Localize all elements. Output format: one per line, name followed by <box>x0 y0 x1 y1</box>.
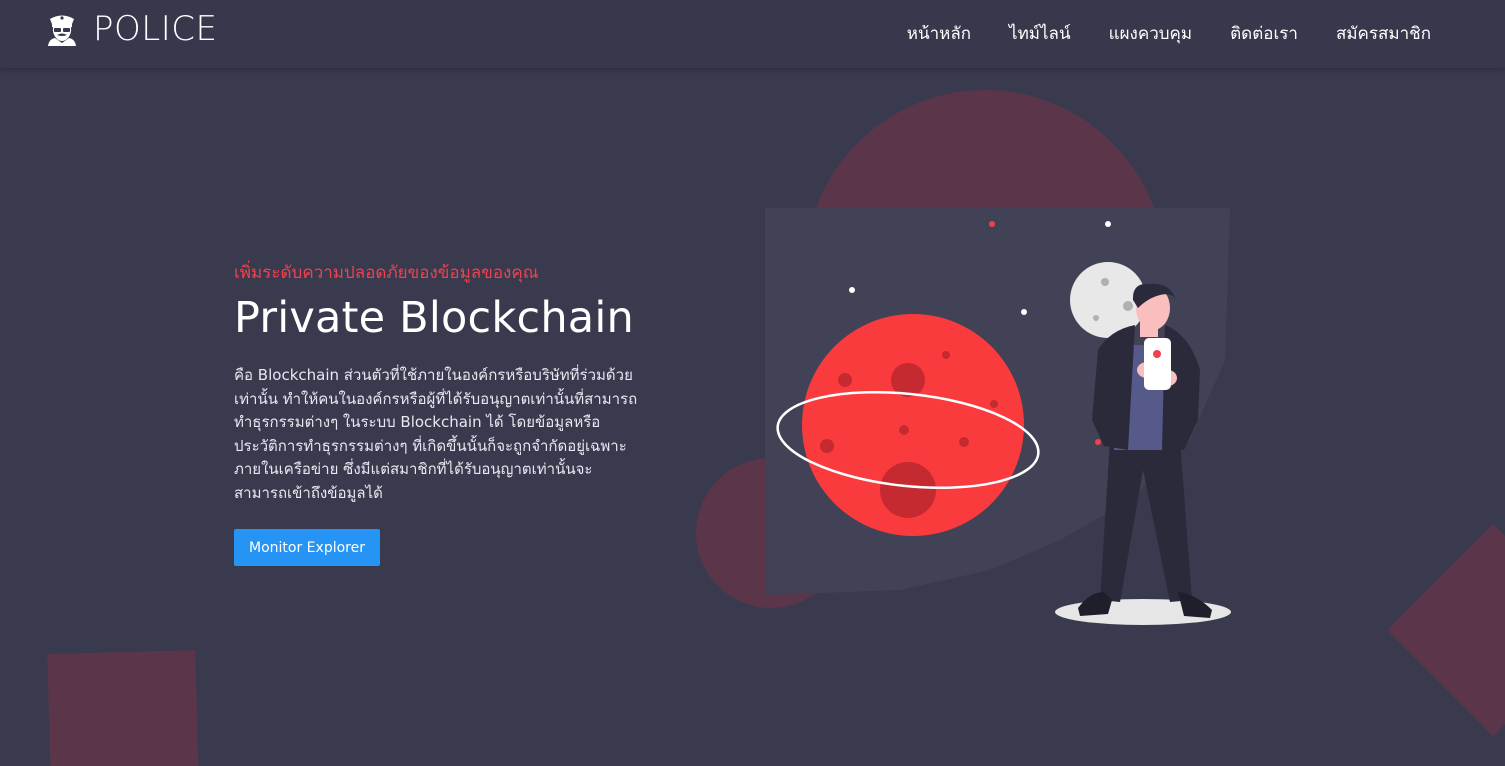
decorative-circle <box>696 458 846 608</box>
hero-illustration <box>765 90 1231 625</box>
page: POLICE หน้าหลัก ไทม์ไลน์ แผงควบคุม ติดต่… <box>0 0 1505 766</box>
main-nav: หน้าหลัก ไทม์ไลน์ แผงควบคุม ติดต่อเรา สม… <box>869 20 1431 47</box>
star-dot <box>849 287 855 293</box>
nav-item-home[interactable]: หน้าหลัก <box>907 20 971 47</box>
decorative-diamond <box>1386 523 1505 737</box>
monitor-explorer-button[interactable]: Monitor Explorer <box>234 529 380 566</box>
hero-tagline: เพิ่มระดับความปลอดภัยของข้อมูลของคุณ <box>234 263 539 283</box>
ground-shadow <box>1055 599 1231 625</box>
background-circle <box>805 90 1165 450</box>
brand[interactable]: POLICE <box>45 9 217 49</box>
star-dot <box>1021 309 1027 315</box>
nav-item-timeline[interactable]: ไทม์ไลน์ <box>1009 20 1071 47</box>
nav-item-dashboard[interactable]: แผงควบคุม <box>1109 20 1193 47</box>
brand-name: POLICE <box>93 9 218 49</box>
star-dot <box>1105 221 1111 227</box>
star-dot <box>1095 439 1101 445</box>
star-dot <box>989 221 995 227</box>
decorative-square <box>47 650 199 766</box>
nav-item-register[interactable]: สมัครสมาชิก <box>1336 20 1431 47</box>
top-navbar: POLICE หน้าหลัก ไทม์ไลน์ แผงควบคุม ติดต่… <box>0 0 1505 68</box>
person-figure <box>1078 283 1212 618</box>
hero-section: เพิ่มระดับความปลอดภัยของข้อมูลของคุณ Pri… <box>234 262 654 505</box>
phone <box>1144 338 1171 390</box>
hero-description: คือ Blockchain ส่วนตัวที่ใช้ภายในองค์กรห… <box>234 366 638 502</box>
hero-headline: Private Blockchain <box>234 293 634 343</box>
police-officer-icon <box>48 15 76 46</box>
moon <box>1070 262 1146 338</box>
nav-item-contact[interactable]: ติดต่อเรา <box>1230 20 1298 47</box>
